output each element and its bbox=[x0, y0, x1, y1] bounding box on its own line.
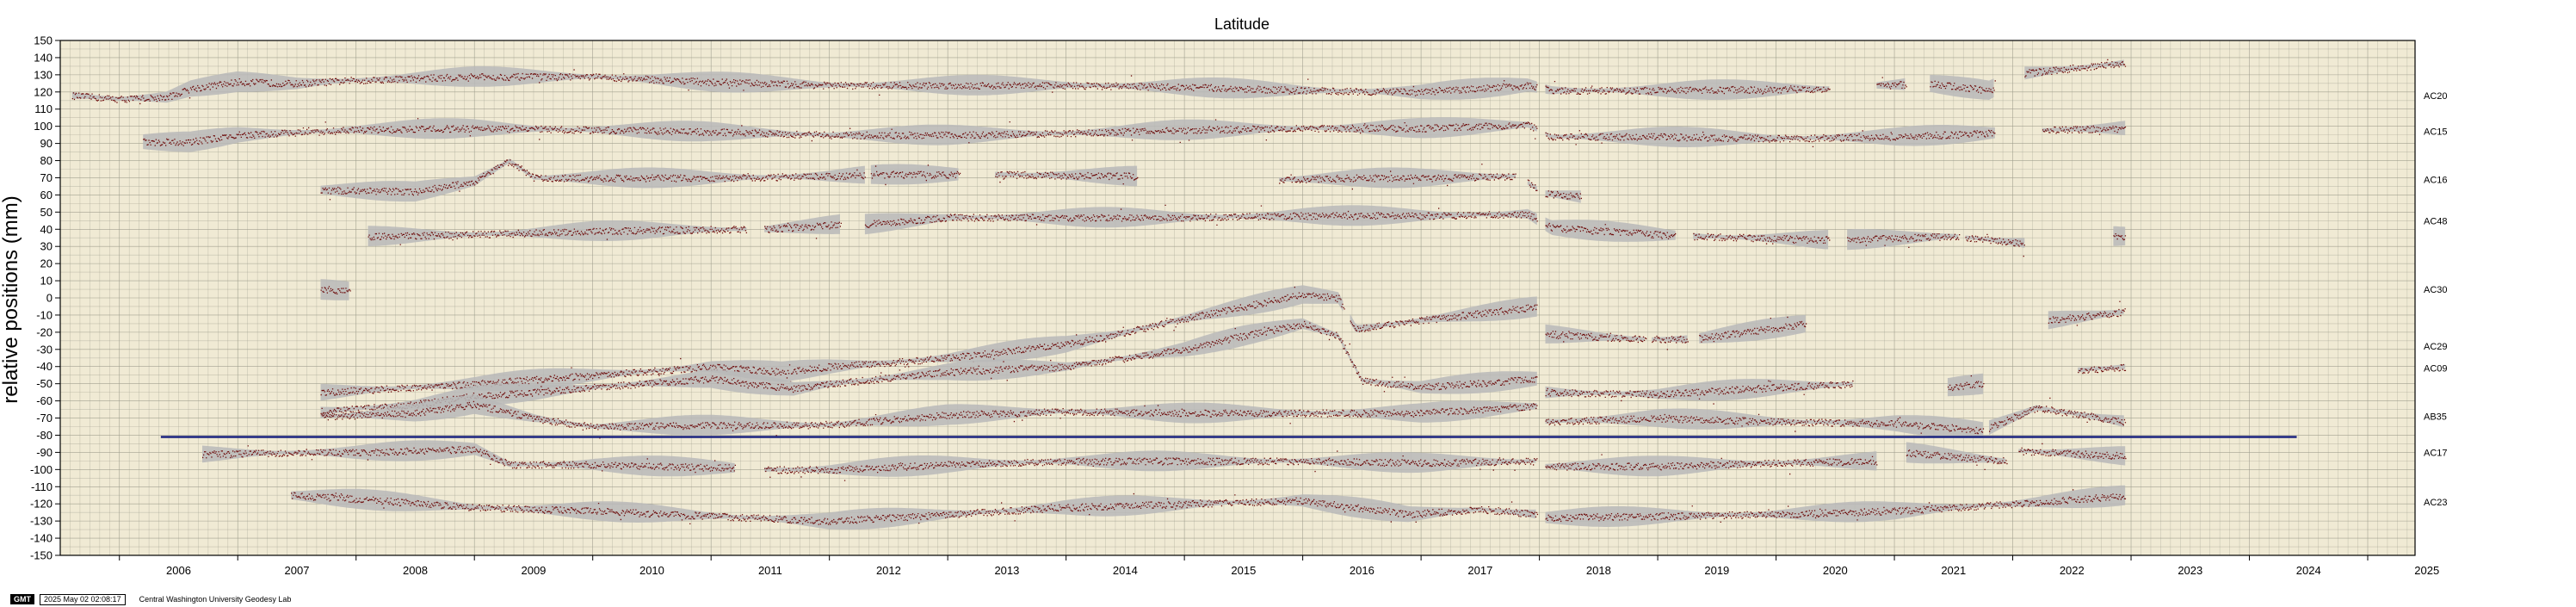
credit-label: Central Washington University Geodesy La… bbox=[139, 595, 292, 604]
y-tick-label: -30 bbox=[36, 343, 53, 356]
x-tick-label: 2022 bbox=[2060, 564, 2085, 577]
x-tick-label: 2019 bbox=[1704, 564, 1729, 577]
grid-lines bbox=[59, 40, 2415, 556]
x-tick-label: 2023 bbox=[2178, 564, 2202, 577]
station-label-ac15: AC15 bbox=[2424, 127, 2448, 138]
station-label-ac20: AC20 bbox=[2424, 91, 2448, 102]
y-tick-label: -90 bbox=[36, 446, 53, 459]
x-tick-label: 2008 bbox=[403, 564, 428, 577]
y-tick-label: -80 bbox=[36, 429, 53, 442]
y-axis-label: relative positions (mm) bbox=[0, 195, 22, 403]
x-tick-label: 2021 bbox=[1941, 564, 1966, 577]
x-tick-label: 2016 bbox=[1350, 564, 1374, 577]
station-label-ac30: AC30 bbox=[2424, 285, 2448, 295]
y-tick-label: -20 bbox=[36, 325, 53, 338]
y-tick-label: 60 bbox=[40, 189, 53, 201]
station-label-ac29: AC29 bbox=[2424, 342, 2448, 352]
y-tick-label: 0 bbox=[46, 292, 53, 305]
position-timeseries-chart: Latitude relative positions (mm) AC20 AC1… bbox=[0, 15, 2448, 578]
y-tick-label: -40 bbox=[36, 360, 53, 373]
y-tick-label: 70 bbox=[40, 171, 53, 184]
series-ac30 bbox=[320, 279, 351, 300]
x-tick-label: 2018 bbox=[1586, 564, 1611, 577]
y-tick-label: -140 bbox=[30, 532, 53, 545]
y-tick-label: -50 bbox=[36, 377, 53, 390]
gmt-logo: GMT bbox=[10, 594, 34, 604]
y-tick-label: -60 bbox=[36, 394, 53, 407]
x-tick-label: 2013 bbox=[994, 564, 1019, 577]
station-label-ac17: AC17 bbox=[2424, 448, 2448, 458]
x-tick-label: 2017 bbox=[1467, 564, 1492, 577]
y-tick-label: 140 bbox=[34, 51, 53, 64]
y-tick-label: 130 bbox=[34, 68, 53, 81]
y-tick-label: -150 bbox=[30, 549, 53, 562]
y-tick-label: 10 bbox=[40, 275, 53, 288]
x-tick-label: 2010 bbox=[639, 564, 664, 577]
y-tick-label: -70 bbox=[36, 412, 53, 424]
y-tick-label: -120 bbox=[30, 498, 53, 511]
station-label-ac48: AC48 bbox=[2424, 216, 2448, 226]
y-tick-label: 30 bbox=[40, 240, 53, 253]
station-label-ab35: AB35 bbox=[2424, 412, 2447, 423]
y-tick-label: 80 bbox=[40, 154, 53, 167]
x-tick-label: 2012 bbox=[876, 564, 901, 577]
x-tick-label: 2006 bbox=[166, 564, 191, 577]
x-tick-label: 2014 bbox=[1113, 564, 1138, 577]
x-tick-label: 2025 bbox=[2414, 564, 2439, 577]
x-tick-label: 2007 bbox=[285, 564, 310, 577]
station-label-ac09: AC09 bbox=[2424, 364, 2448, 375]
y-tick-label: -130 bbox=[30, 515, 53, 528]
chart-title: Latitude bbox=[1214, 15, 1269, 33]
y-tick-label: 90 bbox=[40, 137, 53, 150]
station-label-ac16: AC16 bbox=[2424, 175, 2448, 185]
y-tick-label: 40 bbox=[40, 223, 53, 236]
x-tick-label: 2024 bbox=[2296, 564, 2321, 577]
y-tick-label: 110 bbox=[34, 102, 53, 115]
x-tick-label: 2011 bbox=[758, 564, 782, 577]
y-tick-label: 50 bbox=[40, 206, 53, 219]
y-tick-label: -10 bbox=[36, 308, 53, 321]
y-tick-label: 100 bbox=[34, 120, 53, 133]
x-tick-label: 2009 bbox=[521, 564, 546, 577]
y-tick-label: 120 bbox=[34, 85, 53, 98]
footer: GMT 2025 May 02 02:08:17 Central Washing… bbox=[10, 593, 291, 605]
y-tick-label: 20 bbox=[40, 257, 53, 270]
x-tick-label: 2020 bbox=[1823, 564, 1848, 577]
generation-timestamp: 2025 May 02 02:08:17 bbox=[40, 593, 126, 605]
plot-area: AC20 AC15 AC16 AC48 AC30 AC29 AC09 AB35 AC17 AC23… bbox=[30, 34, 2448, 578]
y-tick-label: -100 bbox=[30, 463, 53, 476]
y-tick-label: 150 bbox=[34, 34, 53, 47]
x-tick-label: 2015 bbox=[1231, 564, 1256, 577]
error-band-ac30 bbox=[320, 279, 349, 300]
station-label-ac23: AC23 bbox=[2424, 498, 2448, 508]
y-tick-label: -110 bbox=[31, 480, 53, 493]
